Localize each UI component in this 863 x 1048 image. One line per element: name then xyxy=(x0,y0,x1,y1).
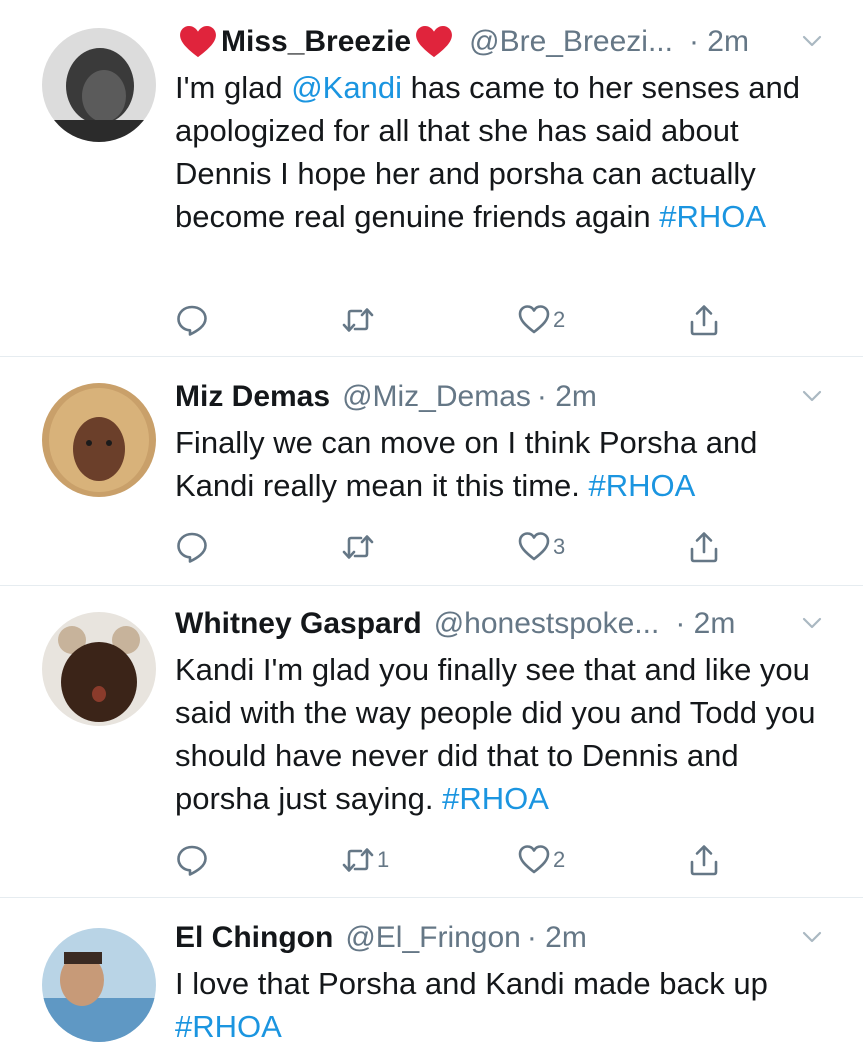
timestamp[interactable]: · 2m xyxy=(675,604,735,644)
tweet-actions: 2 xyxy=(175,300,735,340)
avatar[interactable] xyxy=(42,28,156,142)
like-button[interactable]: 2 xyxy=(517,840,565,880)
like-count: 2 xyxy=(553,307,566,332)
text-part: I love that Porsha and Kandi made back u… xyxy=(175,966,768,1001)
retweet-icon xyxy=(341,303,375,337)
retweet-icon xyxy=(341,843,375,877)
display-name[interactable]: Whitney Gaspard xyxy=(175,604,422,644)
tweet-text: Finally we can move on I think Porsha an… xyxy=(175,421,835,507)
share-icon xyxy=(687,843,721,877)
avatar-image xyxy=(42,928,156,1042)
share-button[interactable] xyxy=(687,840,721,880)
tweet-header: Miss_Breezie @Bre_Breezi... · 2m xyxy=(175,22,823,62)
hashtag-link[interactable]: #RHOA xyxy=(589,468,696,503)
chevron-down-icon[interactable] xyxy=(801,612,823,634)
tweet-header: Miz Demas @Miz_Demas · 2m xyxy=(175,377,823,417)
user-handle[interactable]: @El_Fringon xyxy=(345,918,521,958)
like-count: 3 xyxy=(553,534,566,559)
retweet-icon xyxy=(341,530,375,564)
hashtag-link[interactable]: #RHOA xyxy=(659,199,766,234)
retweet-button[interactable] xyxy=(341,527,377,567)
like-icon xyxy=(517,530,551,564)
reply-button[interactable] xyxy=(175,300,211,340)
tweet-text: Kandi I'm glad you finally see that and … xyxy=(175,648,835,820)
tweet-1[interactable]: Miss_Breezie @Bre_Breezi... · 2m I'm gla… xyxy=(0,0,863,357)
user-handle[interactable]: @Miz_Demas xyxy=(342,377,531,417)
avatar[interactable] xyxy=(42,928,156,1042)
share-button[interactable] xyxy=(687,300,721,340)
tweet-text: I love that Porsha and Kandi made back u… xyxy=(175,962,835,1048)
like-button[interactable]: 3 xyxy=(517,527,565,567)
share-icon xyxy=(687,303,721,337)
tweet-actions: 3 xyxy=(175,527,735,567)
avatar-image xyxy=(42,383,156,497)
reply-icon xyxy=(175,843,209,877)
like-count: 2 xyxy=(553,847,566,872)
share-icon xyxy=(687,530,721,564)
retweet-button[interactable] xyxy=(341,300,377,340)
user-handle[interactable]: @honestspoke... xyxy=(434,604,660,644)
chevron-down-icon[interactable] xyxy=(801,30,823,52)
reply-button[interactable] xyxy=(175,527,211,567)
tweet-actions: 1 2 xyxy=(175,840,735,880)
tweet-2[interactable]: Miz Demas @Miz_Demas · 2m Finally we can… xyxy=(0,357,863,586)
share-button[interactable] xyxy=(687,527,721,567)
display-name[interactable]: Miss_Breezie xyxy=(175,22,457,62)
red-heart-emoji-icon xyxy=(179,25,217,59)
avatar[interactable] xyxy=(42,383,156,497)
mention-link[interactable]: @Kandi xyxy=(291,70,402,105)
reply-icon xyxy=(175,303,209,337)
text-part: I'm glad xyxy=(175,70,292,105)
tweet-header: El Chingon @El_Fringon · 2m xyxy=(175,918,823,958)
hashtag-link[interactable]: #RHOA xyxy=(175,1009,282,1044)
avatar-image xyxy=(42,28,156,142)
chevron-down-icon[interactable] xyxy=(801,385,823,407)
display-name[interactable]: Miz Demas xyxy=(175,377,330,417)
hashtag-link[interactable]: #RHOA xyxy=(442,781,549,816)
timestamp[interactable]: · 2m xyxy=(537,377,597,417)
retweet-button[interactable]: 1 xyxy=(341,840,389,880)
display-name[interactable]: El Chingon xyxy=(175,918,333,958)
tweet-4[interactable]: El Chingon @El_Fringon · 2m I love that … xyxy=(0,898,863,1044)
avatar-image xyxy=(42,612,156,726)
tweet-text: I'm glad @Kandi has came to her senses a… xyxy=(175,66,835,238)
like-icon xyxy=(517,303,551,337)
avatar[interactable] xyxy=(42,612,156,726)
chevron-down-icon[interactable] xyxy=(801,926,823,948)
retweet-count: 1 xyxy=(377,847,390,872)
red-heart-emoji-icon xyxy=(415,25,453,59)
tweet-3[interactable]: Whitney Gaspard @honestspoke... · 2m Kan… xyxy=(0,586,863,898)
reply-button[interactable] xyxy=(175,840,211,880)
like-icon xyxy=(517,843,551,877)
timestamp[interactable]: · 2m xyxy=(689,22,749,62)
tweet-header: Whitney Gaspard @honestspoke... · 2m xyxy=(175,604,823,644)
timestamp[interactable]: · 2m xyxy=(527,918,587,958)
like-button[interactable]: 2 xyxy=(517,300,565,340)
user-handle[interactable]: @Bre_Breezi... xyxy=(469,22,673,62)
display-name-text: Miss_Breezie xyxy=(221,25,412,58)
reply-icon xyxy=(175,530,209,564)
